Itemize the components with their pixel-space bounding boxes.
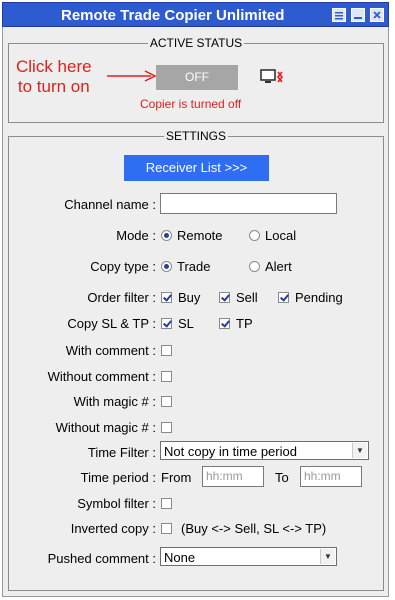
order-filter-label: Order filter : <box>87 290 156 305</box>
copy-type-trade-radio[interactable] <box>161 261 172 272</box>
copy-type-alert-radio[interactable] <box>249 261 260 272</box>
time-filter-label: Time Filter : <box>87 445 156 460</box>
active-status-legend: ACTIVE STATUS <box>149 36 243 50</box>
time-from-input[interactable]: hh:mm <box>202 466 264 487</box>
pushed-comment-label: Pushed comment : <box>47 551 156 566</box>
symbol-filter-label: Symbol filter : <box>77 496 156 511</box>
order-filter-sell-checkbox[interactable] <box>219 292 230 303</box>
inverted-copy-note: (Buy <-> Sell, SL <-> TP) <box>181 521 327 536</box>
copier-window: ACTIVE STATUS Click here to turn on OFF … <box>2 27 389 597</box>
mode-local-label: Local <box>265 228 297 243</box>
on-off-toggle-button[interactable]: OFF <box>156 65 238 90</box>
time-filter-value: Not copy in time period <box>164 444 297 459</box>
copy-type-label: Copy type : <box>90 259 156 274</box>
channel-name-label: Channel name : <box>64 197 156 212</box>
minimize-icon[interactable] <box>351 8 365 22</box>
copy-type-trade-label: Trade <box>177 259 211 274</box>
inverted-copy-checkbox[interactable] <box>161 523 172 534</box>
chevron-down-icon[interactable]: ▼ <box>320 549 335 564</box>
mode-label: Mode : <box>116 228 156 243</box>
receiver-list-button[interactable]: Receiver List >>> <box>124 155 269 181</box>
pushed-comment-select[interactable]: None ▼ <box>160 547 337 566</box>
mode-remote-label: Remote <box>177 228 223 243</box>
order-filter-pending-checkbox[interactable] <box>278 292 289 303</box>
copy-sl-tp-label: Copy SL & TP : <box>67 316 156 331</box>
copy-sl-checkbox[interactable] <box>161 318 172 329</box>
without-magic-checkbox[interactable] <box>161 422 172 433</box>
copy-sl-label: SL <box>178 316 194 331</box>
copy-type-alert-label: Alert <box>265 259 292 274</box>
menu-icon[interactable] <box>332 8 346 22</box>
copy-tp-checkbox[interactable] <box>219 318 230 329</box>
window-title: Remote Trade Copier Unlimited <box>61 7 285 24</box>
inverted-copy-label: Inverted copy : <box>70 521 156 536</box>
mode-local-radio[interactable] <box>249 230 260 241</box>
turn-on-hint: Click here to turn on <box>16 57 92 97</box>
without-comment-label: Without comment : <box>47 369 156 384</box>
time-to-input[interactable]: hh:mm <box>300 466 362 487</box>
settings-legend: SETTINGS <box>165 129 226 143</box>
close-icon[interactable] <box>370 8 384 22</box>
with-comment-checkbox[interactable] <box>161 345 172 356</box>
time-filter-select[interactable]: Not copy in time period ▼ <box>160 441 369 460</box>
time-to-placeholder: hh:mm <box>304 469 341 483</box>
order-filter-sell-label: Sell <box>236 290 258 305</box>
with-magic-checkbox[interactable] <box>161 396 172 407</box>
symbol-filter-checkbox[interactable] <box>161 498 172 509</box>
without-comment-checkbox[interactable] <box>161 371 172 382</box>
order-filter-buy-checkbox[interactable] <box>161 292 172 303</box>
without-magic-label: Without magic # : <box>55 420 156 435</box>
mode-remote-radio[interactable] <box>161 230 172 241</box>
time-from-placeholder: hh:mm <box>206 469 243 483</box>
time-to-label: To <box>275 470 289 485</box>
hint-line-2: to turn on <box>17 77 90 96</box>
order-filter-pending-label: Pending <box>295 290 343 305</box>
with-magic-label: With magic # : <box>73 394 156 409</box>
copier-status-text: Copier is turned off <box>140 97 242 111</box>
time-from-label: From <box>161 470 192 485</box>
hint-line-1: Click here <box>16 57 92 76</box>
copy-tp-label: TP <box>236 316 253 331</box>
title-bar: Remote Trade Copier Unlimited <box>2 2 389 27</box>
disconnected-monitor-icon <box>260 69 284 83</box>
arrow-right-icon <box>107 70 157 82</box>
order-filter-buy-label: Buy <box>178 290 201 305</box>
pushed-comment-value: None <box>164 550 196 565</box>
time-period-label: Time period : <box>80 470 156 485</box>
chevron-down-icon[interactable]: ▼ <box>352 443 367 458</box>
with-comment-label: With comment : <box>65 343 156 358</box>
channel-name-input[interactable] <box>160 193 337 214</box>
